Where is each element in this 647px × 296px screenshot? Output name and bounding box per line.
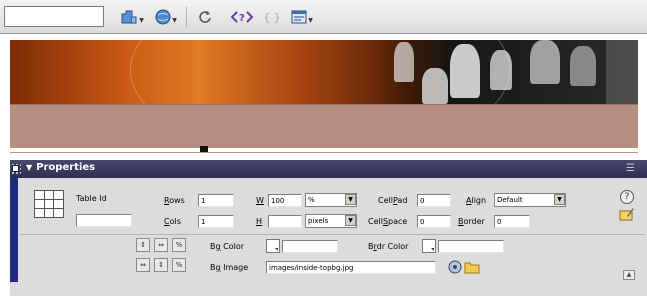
chevron-down-icon[interactable]: ▼	[554, 194, 565, 205]
properties-panel-header[interactable]	[10, 160, 647, 178]
chevron-down-icon[interactable]: ▼	[345, 194, 356, 205]
align-select[interactable]: Default ▼	[494, 193, 566, 207]
panel-left-bar	[10, 178, 18, 282]
rows-label-text: ows	[169, 196, 185, 205]
globe-glyph	[155, 9, 171, 25]
table-id-input[interactable]	[76, 214, 132, 227]
photo-figure	[422, 68, 448, 104]
width-unit-value: %	[308, 196, 315, 204]
table-id-label: Table Id	[76, 194, 107, 203]
edit-glyph	[619, 208, 634, 221]
code-navigation-icon[interactable]: ?	[226, 8, 258, 26]
toolbar-separator	[186, 7, 187, 27]
photo-figure	[394, 42, 414, 82]
page-body-region[interactable]	[10, 104, 638, 148]
cellpad-label: CellPad	[378, 196, 407, 205]
cellspace-label-a: Cell	[368, 217, 383, 226]
bgimage-input[interactable]: images/inside-topbg.jpg	[266, 261, 436, 274]
title-input[interactable]	[4, 6, 104, 27]
code-nav-glyph: ?	[231, 11, 253, 24]
brdr-color-swatch[interactable]	[422, 239, 436, 253]
cellpad-input[interactable]: 0	[417, 194, 451, 207]
photo-figure	[490, 50, 512, 90]
file-management-glyph	[121, 10, 137, 24]
height-input[interactable]	[268, 215, 302, 228]
clear-row-heights-button[interactable]: ⇕	[136, 238, 150, 252]
border-label-text: order	[463, 217, 485, 226]
bgimage-label-b: Image	[220, 263, 249, 272]
cols-label: Cols	[164, 217, 181, 226]
table-icon	[34, 190, 64, 218]
quick-tag-editor-icon[interactable]	[619, 207, 635, 221]
point-to-file-glyph	[448, 260, 462, 274]
photo-figure	[530, 40, 560, 84]
photo-figure	[606, 40, 638, 104]
height-unit-select[interactable]: pixels ▼	[305, 214, 357, 228]
width-unit-select[interactable]: % ▼	[305, 193, 357, 207]
rows-label: Rows	[164, 196, 185, 205]
bgcolor-swatch[interactable]	[266, 239, 280, 253]
convert-heights-to-pixels-button[interactable]: ⇕	[154, 258, 168, 272]
align-value: Default	[497, 196, 523, 204]
brdr-color-label: Brdr Color	[368, 242, 408, 251]
width-input[interactable]: 100	[268, 194, 302, 207]
brdr-color-input[interactable]	[438, 240, 504, 253]
divider	[10, 152, 638, 153]
brdr-color-label-b: dr Color	[376, 242, 409, 251]
chevron-down-icon: ▼	[172, 16, 177, 24]
bgcolor-input[interactable]	[282, 240, 338, 253]
collapse-panel-icon[interactable]: ▲	[623, 270, 635, 280]
folder-glyph	[464, 262, 480, 274]
panel-options-menu-icon[interactable]: ☰	[626, 163, 635, 174]
cellspace-label-b: pace	[388, 217, 408, 226]
cellspace-label: CellSpace	[368, 217, 407, 226]
clear-column-widths-button[interactable]: ⇔	[136, 258, 150, 272]
preview-browser-icon[interactable]: ▼	[152, 8, 180, 26]
refresh-glyph	[199, 11, 211, 23]
width-label: W	[256, 196, 264, 205]
chevron-down-icon: ▼	[139, 16, 144, 24]
convert-heights-to-percent-button[interactable]: %	[172, 258, 186, 272]
height-label: H	[256, 217, 263, 226]
border-label: Border	[458, 217, 485, 226]
convert-widths-to-percent-button[interactable]: %	[172, 238, 186, 252]
convert-widths-to-pixels-button[interactable]: ⇔	[154, 238, 168, 252]
chevron-down-icon[interactable]: ▼	[345, 215, 356, 226]
align-label-text: lign	[471, 196, 487, 205]
cellpad-label-a: Cell	[378, 196, 393, 205]
photo-figure	[570, 46, 596, 86]
align-label: Align	[466, 196, 486, 205]
svg-text:?: ?	[239, 13, 245, 24]
view-options-icon[interactable]: ▼	[288, 8, 316, 26]
cellspace-input[interactable]: 0	[417, 215, 451, 228]
chevron-down-icon: ▼	[308, 16, 313, 24]
bgcolor-label-b: Color	[220, 242, 245, 251]
cellpad-label-b: ad	[397, 196, 408, 205]
chevron-down-icon: ▼	[26, 163, 33, 172]
rows-input[interactable]: 1	[198, 194, 234, 207]
panel-title[interactable]: ▼ Properties	[26, 162, 95, 173]
point-to-file-icon[interactable]	[448, 260, 462, 274]
panel-title-text: Properties	[36, 162, 96, 173]
bgimage-label: Bg Image	[210, 263, 248, 272]
border-input[interactable]: 0	[494, 215, 530, 228]
cols-label-text: ols	[169, 217, 181, 226]
browse-folder-icon[interactable]	[464, 260, 480, 274]
banner-image	[10, 40, 638, 104]
file-management-icon[interactable]: ▼	[118, 8, 146, 26]
refresh-icon[interactable]	[196, 8, 214, 26]
bgcolor-label: Bg Color	[210, 242, 244, 251]
panel-toggle-box-icon[interactable]	[12, 165, 19, 172]
view-options-glyph	[291, 10, 307, 24]
braces-icon[interactable]: { }	[263, 8, 281, 26]
cols-input[interactable]: 1	[198, 215, 234, 228]
height-unit-value: pixels	[308, 217, 329, 225]
photo-figure	[450, 44, 480, 98]
help-icon[interactable]: ?	[620, 190, 634, 204]
